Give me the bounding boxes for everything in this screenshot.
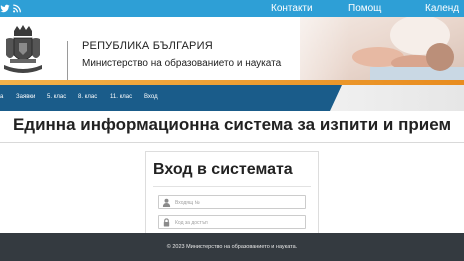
ministry-name: Министерство на образованието и науката [82,58,282,69]
password-field[interactable] [158,215,306,229]
divider [0,142,464,143]
nav-item-grade-11[interactable]: 11. клас [110,93,132,102]
nav-item-applications[interactable]: Заявки [16,93,35,102]
help-link[interactable]: Помощ [348,2,381,15]
nav-item-home-edge[interactable]: a [0,93,3,102]
header-banner: РЕПУБЛИКА БЪЛГАРИЯ Министерство на образ… [0,17,464,85]
contacts-link[interactable]: Контакти [271,2,313,15]
footer: © 2023 Министерство на образованието и н… [0,233,464,261]
nav-decor [330,85,464,111]
username-input[interactable] [175,197,303,208]
calendar-link[interactable]: Календ [425,2,459,15]
user-icon [162,198,171,207]
lock-icon [163,218,170,227]
login-card: Вход в системата [145,151,319,242]
username-field[interactable] [158,195,306,209]
copyright-text: © 2023 Министерство на образованието и н… [166,244,298,250]
coat-of-arms-logo [4,25,42,73]
republic-name: РЕПУБЛИКА БЪЛГАРИЯ [82,40,213,52]
nav-item-grade-8[interactable]: 8. клас [78,93,97,102]
password-input[interactable] [175,217,303,228]
rss-icon[interactable] [12,2,22,15]
nav-item-grade-5[interactable]: 5. клас [47,93,66,102]
page-title: Единна информационна система за изпити и… [12,115,452,134]
login-title: Вход в системата [153,161,293,178]
twitter-icon[interactable] [0,2,10,15]
nav-item-login[interactable]: Вход [144,93,158,102]
top-bar: Контакти Помощ Календ [0,0,464,17]
